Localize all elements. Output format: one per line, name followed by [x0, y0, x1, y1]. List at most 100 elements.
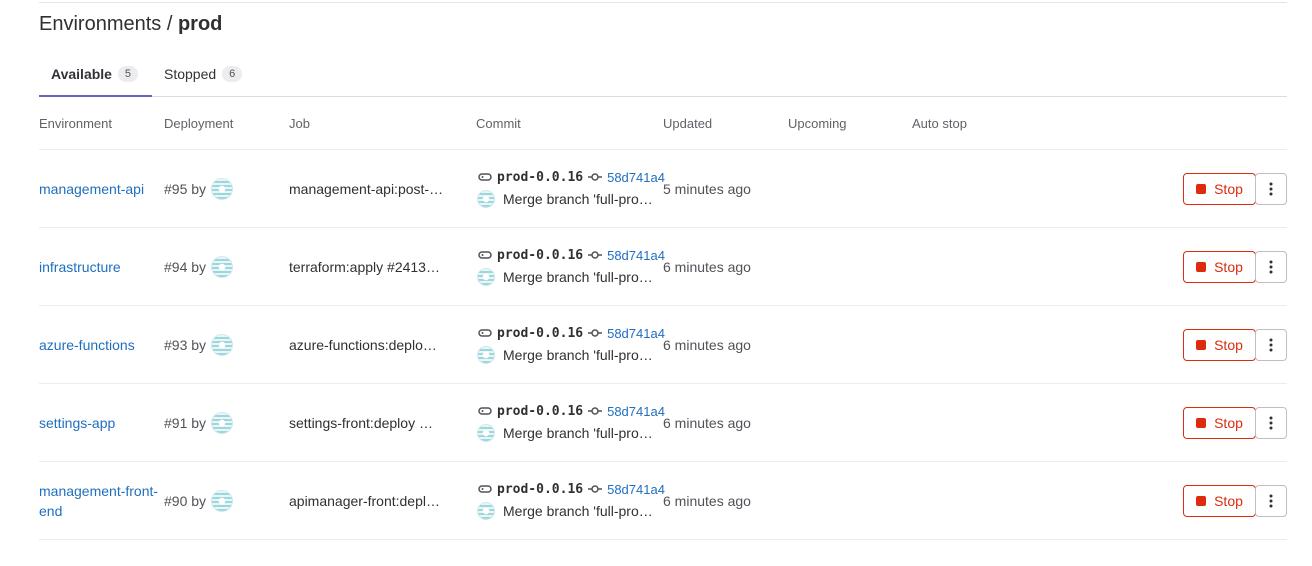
commit-ref: prod-0.0.16 58d741a4 — [477, 325, 665, 341]
environment-name-link[interactable]: infrastructure — [39, 257, 165, 277]
commit-sha-link[interactable]: 58d741a4 — [607, 482, 665, 497]
stop-environment-button[interactable]: Stop — [1183, 484, 1256, 517]
kebab-menu-icon — [1269, 494, 1273, 507]
column-header-job: Job — [289, 116, 310, 131]
stop-icon — [1196, 183, 1207, 194]
user-avatar[interactable] — [211, 333, 234, 356]
job-link[interactable]: terraform:apply #2413… — [289, 259, 451, 275]
ref-name-link[interactable]: prod-0.0.16 — [497, 404, 583, 419]
commit-message-link[interactable]: Merge branch 'full-pro… — [503, 269, 661, 285]
job-link[interactable]: azure-functions:deplo… — [289, 337, 451, 353]
deployment-info: #91 by — [164, 411, 234, 434]
stop-button-label: Stop — [1214, 336, 1243, 353]
updated-time: 6 minutes ago — [663, 258, 751, 275]
more-actions-button[interactable] — [1255, 406, 1287, 439]
user-avatar[interactable] — [211, 177, 234, 200]
commit-details: Merge branch 'full-pro… — [477, 346, 661, 364]
column-header-environment: Environment — [39, 116, 112, 131]
table-row: settings-app #91 by settings-front:deplo… — [39, 384, 1287, 462]
commit-author-avatar[interactable] — [477, 268, 495, 286]
commit-sha-link[interactable]: 58d741a4 — [607, 170, 665, 185]
column-header-deployment: Deployment — [164, 116, 234, 131]
kebab-menu-icon — [1269, 338, 1273, 351]
stop-icon — [1196, 417, 1207, 428]
environment-tabs: Available 5 Stopped 6 — [39, 52, 1287, 97]
commit-author-avatar[interactable] — [477, 190, 495, 208]
commit-sha-link[interactable]: 58d741a4 — [607, 404, 665, 419]
commit-author-avatar[interactable] — [477, 424, 495, 442]
tab-stopped-count: 6 — [222, 66, 243, 82]
commit-ref: prod-0.0.16 58d741a4 — [477, 169, 665, 185]
table-row: management-api #95 by management-api:pos… — [39, 150, 1287, 228]
ref-name-link[interactable]: prod-0.0.16 — [497, 482, 583, 497]
commit-details: Merge branch 'full-pro… — [477, 502, 661, 520]
commit-message-link[interactable]: Merge branch 'full-pro… — [503, 425, 661, 441]
commit-sha-link[interactable]: 58d741a4 — [607, 326, 665, 341]
commit-icon — [588, 407, 603, 415]
environment-name-link[interactable]: azure-functions — [39, 335, 165, 355]
environment-name-link[interactable]: management-api — [39, 179, 165, 199]
more-actions-button[interactable] — [1255, 484, 1287, 517]
commit-icon — [588, 329, 603, 337]
updated-time: 6 minutes ago — [663, 414, 751, 431]
deployment-info: #95 by — [164, 177, 234, 200]
column-header-auto-stop: Auto stop — [912, 116, 967, 131]
environment-name-link[interactable]: settings-app — [39, 413, 165, 433]
table-row: management-front-end #90 by apimanager-f… — [39, 462, 1287, 540]
title-prefix: Environments / — [39, 13, 178, 35]
user-avatar[interactable] — [211, 411, 234, 434]
commit-icon — [588, 485, 603, 493]
commit-message-link[interactable]: Merge branch 'full-pro… — [503, 347, 661, 363]
user-avatar[interactable] — [211, 255, 234, 278]
stop-environment-button[interactable]: Stop — [1183, 328, 1256, 361]
stop-environment-button[interactable]: Stop — [1183, 406, 1256, 439]
commit-author-avatar[interactable] — [477, 346, 495, 364]
tag-icon — [478, 329, 492, 337]
commit-message-link[interactable]: Merge branch 'full-pro… — [503, 191, 661, 207]
commit-sha-link[interactable]: 58d741a4 — [607, 248, 665, 263]
job-link[interactable]: apimanager-front:depl… — [289, 493, 451, 509]
table-header: Environment Deployment Job Commit Update… — [39, 97, 1287, 150]
stop-icon — [1196, 495, 1207, 506]
ref-name-link[interactable]: prod-0.0.16 — [497, 326, 583, 341]
deployment-number: #91 by — [164, 414, 207, 431]
deployment-number: #94 by — [164, 258, 207, 275]
commit-details: Merge branch 'full-pro… — [477, 268, 661, 286]
commit-author-avatar[interactable] — [477, 502, 495, 520]
updated-time: 6 minutes ago — [663, 336, 751, 353]
top-divider — [39, 2, 1287, 3]
kebab-menu-icon — [1269, 416, 1273, 429]
ref-name-link[interactable]: prod-0.0.16 — [497, 170, 583, 185]
more-actions-button[interactable] — [1255, 328, 1287, 361]
tab-stopped[interactable]: Stopped 6 — [164, 52, 243, 96]
commit-ref: prod-0.0.16 58d741a4 — [477, 403, 665, 419]
table-row: infrastructure #94 by terraform:apply #2… — [39, 228, 1287, 306]
ref-name-link[interactable]: prod-0.0.16 — [497, 248, 583, 263]
stop-environment-button[interactable]: Stop — [1183, 250, 1256, 283]
column-header-updated: Updated — [663, 116, 713, 131]
stop-button-label: Stop — [1214, 180, 1243, 197]
stop-button-label: Stop — [1214, 414, 1243, 431]
environment-name-link[interactable]: management-front-end — [39, 481, 165, 521]
job-link[interactable]: management-api:post-… — [289, 181, 451, 197]
more-actions-button[interactable] — [1255, 172, 1287, 205]
commit-ref: prod-0.0.16 58d741a4 — [477, 481, 665, 497]
tag-icon — [478, 251, 492, 259]
updated-time: 6 minutes ago — [663, 492, 751, 509]
deployment-info: #90 by — [164, 489, 234, 512]
commit-details: Merge branch 'full-pro… — [477, 424, 661, 442]
tab-available[interactable]: Available 5 — [39, 52, 152, 97]
tab-stopped-label: Stopped — [164, 66, 217, 82]
updated-time: 5 minutes ago — [663, 180, 751, 197]
user-avatar[interactable] — [211, 489, 234, 512]
page-title: Environments / prod — [39, 13, 222, 36]
more-actions-button[interactable] — [1255, 250, 1287, 283]
tab-available-label: Available — [51, 65, 112, 82]
tab-available-count: 5 — [117, 65, 138, 82]
stop-icon — [1196, 339, 1207, 350]
title-folder-name: prod — [177, 13, 223, 35]
kebab-menu-icon — [1269, 182, 1273, 195]
stop-environment-button[interactable]: Stop — [1183, 172, 1256, 205]
job-link[interactable]: settings-front:deploy … — [289, 415, 451, 431]
commit-message-link[interactable]: Merge branch 'full-pro… — [503, 503, 661, 519]
